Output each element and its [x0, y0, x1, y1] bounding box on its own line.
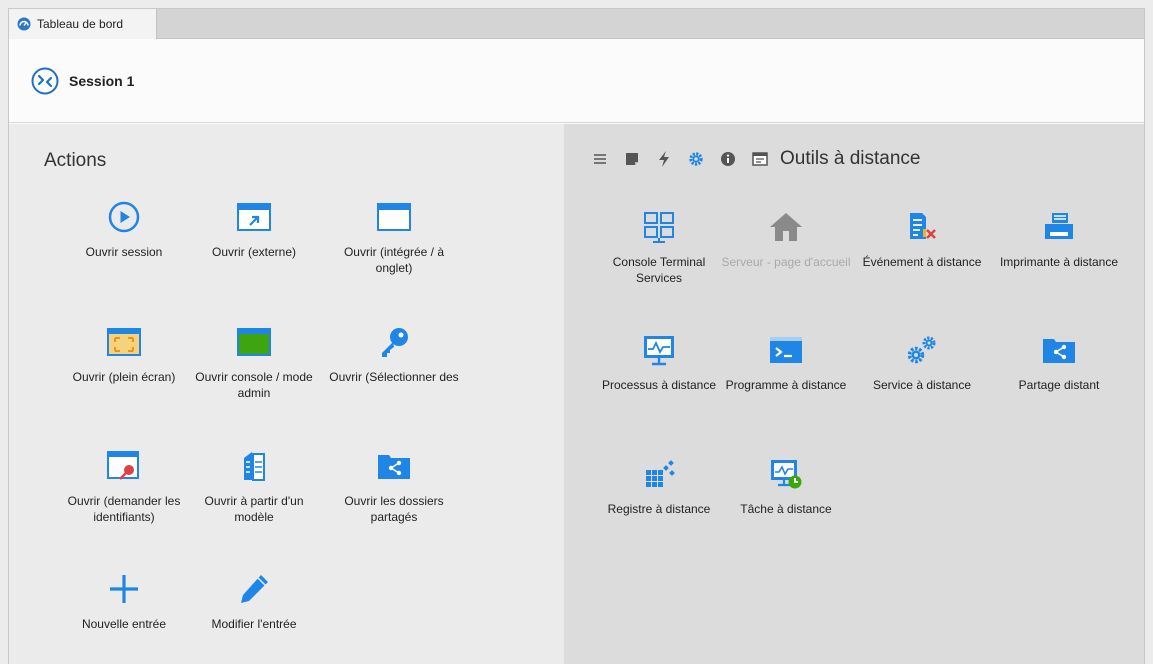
registry-icon [646, 460, 675, 487]
program-icon [770, 337, 802, 363]
note-icon[interactable] [624, 149, 640, 169]
tools-title: Outils à distance [780, 148, 921, 169]
tools-toolbar: Outils à distance [592, 148, 920, 170]
play-circle-icon [108, 201, 140, 233]
action-open-shared-folders[interactable]: Ouvrir les dossiers partagés [329, 449, 459, 525]
action-label: Ouvrir (externe) [211, 245, 297, 259]
pencil-icon [241, 575, 268, 603]
service-gears-icon [907, 336, 936, 364]
window-icon[interactable] [752, 149, 768, 169]
action-open-external[interactable]: Ouvrir (externe) [189, 200, 319, 260]
fullscreen-icon [107, 328, 141, 356]
tool-terminal-services[interactable]: Console Terminal Services [594, 210, 724, 286]
remote-desktop-icon [31, 67, 59, 94]
gear-icon[interactable] [688, 149, 704, 169]
dashboard-window: Tableau de bord Session 1 Actions Ouvrir… [8, 8, 1145, 664]
tool-remote-registry[interactable]: Registre à distance [594, 457, 724, 517]
actions-panel: Actions Ouvrir session Ouvrir (externe) … [9, 124, 564, 664]
tool-label: Partage distant [1018, 378, 1100, 392]
terminal-services-icon [644, 212, 674, 243]
action-label: Modifier l'entrée [211, 617, 297, 631]
external-window-icon [237, 203, 271, 231]
tool-remote-printer[interactable]: Imprimante à distance [994, 210, 1124, 270]
main-content: Actions Ouvrir session Ouvrir (externe) … [9, 124, 1144, 664]
actions-title: Actions [44, 150, 107, 171]
tool-remote-process[interactable]: Processus à distance [594, 333, 724, 393]
action-label: Ouvrir (plein écran) [72, 370, 176, 384]
tool-label: Service à distance [872, 378, 972, 392]
process-monitor-icon [644, 336, 674, 366]
console-window-icon [237, 328, 271, 356]
credentials-window-icon [107, 451, 139, 480]
action-new-entry[interactable]: Nouvelle entrée [59, 572, 189, 632]
session-header: Session 1 [9, 39, 1144, 123]
action-open-tabbed[interactable]: Ouvrir (intégrée / à onglet) [329, 200, 459, 276]
tool-label: Imprimante à distance [999, 255, 1119, 269]
info-icon[interactable] [720, 149, 736, 169]
plus-icon [110, 575, 138, 603]
session-title: Session 1 [69, 72, 135, 89]
action-label: Ouvrir (Sélectionner des [329, 370, 459, 384]
action-open-select-credentials[interactable]: Ouvrir (Sélectionner des [329, 325, 459, 385]
tool-server-home: Serveur - page d'accueil [721, 210, 851, 270]
list-icon[interactable] [592, 149, 608, 169]
action-label: Ouvrir les dossiers partagés [344, 494, 444, 524]
printer-icon [1045, 213, 1073, 239]
tool-label: Registre à distance [607, 502, 711, 516]
tool-label: Événement à distance [862, 255, 982, 269]
action-label: Ouvrir à partir d'un modèle [204, 494, 304, 524]
task-icon [771, 460, 802, 489]
action-label: Ouvrir session [85, 245, 163, 259]
dashboard-icon [17, 17, 31, 31]
tool-remote-share[interactable]: Partage distant [994, 333, 1124, 393]
shared-folder-icon [378, 455, 410, 479]
action-label: Nouvelle entrée [81, 617, 167, 631]
tool-label: Processus à distance [601, 378, 717, 392]
action-label: Ouvrir (demander les identifiants) [67, 494, 181, 524]
template-icon [244, 452, 265, 481]
action-label: Ouvrir console / mode admin [195, 370, 313, 400]
tool-label: Programme à distance [725, 378, 847, 392]
action-open-ask-credentials[interactable]: Ouvrir (demander les identifiants) [59, 449, 189, 525]
tool-label: Console Terminal Services [612, 255, 706, 285]
lightning-icon[interactable] [656, 149, 672, 169]
action-open-console[interactable]: Ouvrir console / mode admin [189, 325, 319, 401]
action-open-template[interactable]: Ouvrir à partir d'un modèle [189, 449, 319, 525]
tool-remote-service[interactable]: Service à distance [857, 333, 987, 393]
action-label: Ouvrir (intégrée / à onglet) [343, 245, 445, 275]
remote-tools-panel: Outils à distance Console Terminal Servi… [564, 124, 1144, 664]
tool-remote-event[interactable]: Événement à distance [857, 210, 987, 270]
action-edit-entry[interactable]: Modifier l'entrée [189, 572, 319, 632]
key-icon [382, 328, 408, 357]
tool-label: Serveur - page d'accueil [721, 255, 851, 269]
tab-label: Tableau de bord [37, 17, 124, 31]
home-icon [770, 213, 802, 241]
tool-remote-program[interactable]: Programme à distance [721, 333, 851, 393]
tab-strip: Tableau de bord [9, 9, 1144, 39]
share-folder-icon [1043, 339, 1075, 363]
event-log-icon [910, 213, 936, 239]
tab-dashboard[interactable]: Tableau de bord [9, 9, 157, 39]
tabbed-window-icon [377, 203, 411, 231]
action-open-session[interactable]: Ouvrir session [59, 200, 189, 260]
tool-remote-task[interactable]: Tâche à distance [721, 457, 851, 517]
action-open-fullscreen[interactable]: Ouvrir (plein écran) [59, 325, 189, 385]
tool-label: Tâche à distance [740, 502, 832, 516]
